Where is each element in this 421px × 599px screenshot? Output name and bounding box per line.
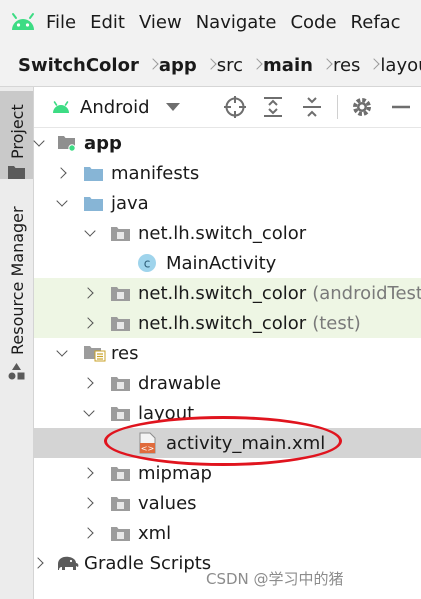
tree-label-hint: (androidTest): [312, 282, 421, 304]
breadcrumb-main[interactable]: main: [263, 55, 313, 76]
tree-label: mipmap: [138, 462, 212, 484]
tree-label: java: [111, 192, 149, 214]
locate-file-icon[interactable]: [223, 95, 247, 119]
folder-icon: [111, 527, 130, 541]
package-icon: [111, 287, 130, 301]
chevron-right-icon[interactable]: [84, 288, 94, 298]
tree-item-mainactivity[interactable]: c MainActivity: [34, 248, 421, 278]
tree-label-group: net.lh.switch_color (androidTest): [138, 283, 421, 304]
svg-text:<>: <>: [141, 444, 154, 453]
folder-icon: [84, 167, 103, 181]
project-view-selector[interactable]: Android: [52, 97, 180, 118]
tree-item-test-package[interactable]: net.lh.switch_color (test): [34, 308, 421, 338]
folder-icon: [111, 497, 130, 511]
tree-label: res: [111, 342, 139, 364]
expand-all-icon[interactable]: [261, 95, 285, 119]
tree-label: MainActivity: [166, 252, 277, 274]
tree-label: app: [84, 132, 122, 154]
tree-item-values[interactable]: values: [34, 488, 421, 518]
android-logo-icon: [6, 0, 40, 44]
tree-label-hint: (test): [312, 312, 361, 334]
android-view-icon: [53, 101, 69, 113]
tree-item-mipmap[interactable]: mipmap: [34, 458, 421, 488]
tree-label: Gradle Scripts: [84, 552, 212, 574]
tree-item-manifests[interactable]: manifests: [34, 158, 421, 188]
tree-label: xml: [138, 522, 172, 544]
header-divider: [337, 95, 338, 119]
project-panel-header: Android: [34, 87, 421, 128]
menu-refactor[interactable]: Refac: [351, 12, 401, 33]
chevron-right-icon[interactable]: [84, 498, 94, 508]
menu-navigate[interactable]: Navigate: [196, 12, 277, 33]
package-icon: [111, 227, 130, 241]
layout-file-icon: <>: [139, 432, 156, 454]
chevron-right-icon[interactable]: [84, 468, 94, 478]
tree-label: values: [138, 492, 197, 514]
tree-item-androidtest-package[interactable]: net.lh.switch_color (androidTest): [34, 278, 421, 308]
chevron-down-icon[interactable]: [57, 349, 67, 359]
chevron-down-icon[interactable]: [85, 229, 95, 239]
gear-icon[interactable]: [350, 95, 374, 119]
dropdown-arrow-icon: [165, 103, 180, 111]
breadcrumb-project[interactable]: SwitchColor: [18, 55, 139, 76]
breadcrumb-layout[interactable]: layou: [380, 55, 421, 76]
tree-label-group: net.lh.switch_color (test): [138, 313, 361, 334]
menu-view[interactable]: View: [139, 12, 182, 33]
tree-label: net.lh.switch_color: [138, 312, 307, 334]
project-tool-label: Project: [8, 104, 27, 159]
chevron-down-icon[interactable]: [57, 199, 67, 209]
svg-text:c: c: [144, 257, 151, 271]
module-folder-icon: [58, 136, 76, 152]
tree-item-java[interactable]: java: [34, 188, 421, 218]
tree-item-app[interactable]: app: [34, 128, 421, 158]
breadcrumb: SwitchColor app src main res layou: [0, 44, 421, 87]
project-tool-button[interactable]: Project: [0, 91, 33, 179]
view-mode-label: Android: [80, 96, 150, 118]
tree-item-package[interactable]: net.lh.switch_color: [34, 218, 421, 248]
resources-icon: [8, 363, 25, 380]
collapse-all-icon[interactable]: [300, 95, 324, 119]
folder-icon: [111, 467, 130, 481]
package-icon: [111, 317, 130, 331]
tree-item-activity-main-xml[interactable]: <> activity_main.xml: [34, 428, 421, 458]
tree-item-layout[interactable]: layout: [34, 398, 421, 428]
breadcrumb-src[interactable]: src: [217, 55, 243, 76]
tree-label: layout: [138, 402, 195, 424]
tree-label: manifests: [111, 162, 200, 184]
tree-item-drawable[interactable]: drawable: [34, 368, 421, 398]
tree-item-res[interactable]: res: [34, 338, 421, 368]
chevron-right-icon[interactable]: [84, 378, 94, 388]
tree-label: activity_main.xml: [166, 432, 326, 454]
chevron-down-icon[interactable]: [84, 409, 94, 419]
chevron-right-icon[interactable]: [57, 168, 67, 178]
resource-manager-tool-button[interactable]: Resource Manager: [0, 197, 33, 387]
menu-bar: File Edit View Navigate Code Refac: [0, 0, 421, 45]
tree-label: net.lh.switch_color: [138, 282, 307, 304]
tree-item-xml[interactable]: xml: [34, 518, 421, 548]
tree-label: net.lh.switch_color: [138, 222, 307, 244]
class-icon: c: [138, 254, 156, 272]
folder-icon: [8, 166, 25, 179]
folder-icon: [111, 377, 130, 391]
breadcrumb-res[interactable]: res: [333, 55, 360, 76]
source-folder-icon: [84, 197, 103, 211]
tool-window-strip: Project Resource Manager: [0, 87, 34, 599]
chevron-right-icon[interactable]: [84, 318, 94, 328]
tree-label: drawable: [138, 372, 222, 394]
menu-file[interactable]: File: [46, 12, 76, 33]
folder-icon: [111, 407, 130, 421]
menu-code[interactable]: Code: [290, 12, 336, 33]
resource-folder-icon: [84, 346, 106, 362]
resource-manager-label: Resource Manager: [8, 206, 27, 355]
breadcrumb-module[interactable]: app: [159, 55, 197, 76]
hide-panel-icon[interactable]: [389, 95, 413, 119]
watermark: CSDN @学习中的猪: [206, 570, 344, 588]
gradle-elephant-icon: [58, 556, 79, 570]
chevron-down-icon[interactable]: [34, 139, 44, 149]
chevron-right-icon[interactable]: [34, 558, 44, 568]
menu-edit[interactable]: Edit: [90, 12, 125, 33]
project-panel: Android app manifests java net.lh.switch…: [34, 87, 421, 599]
chevron-right-icon[interactable]: [84, 528, 94, 538]
